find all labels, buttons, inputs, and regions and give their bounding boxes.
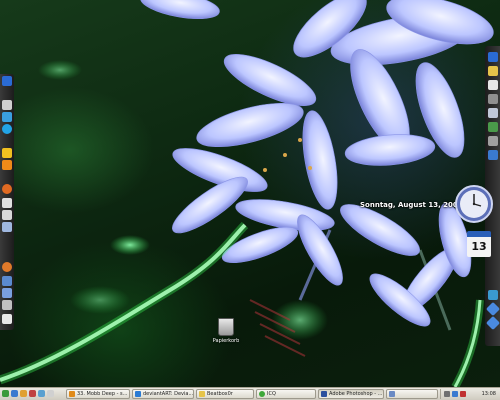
- mail-icon[interactable]: [2, 210, 12, 220]
- search-icon[interactable]: [488, 108, 498, 118]
- settings-icon[interactable]: [2, 300, 12, 310]
- chevron-icon[interactable]: [2, 314, 12, 324]
- document-icon[interactable]: [488, 80, 498, 90]
- music-icon[interactable]: [488, 150, 498, 160]
- trash-icon[interactable]: [488, 290, 498, 300]
- desktop-icon[interactable]: [11, 390, 18, 397]
- taskbar-button-deviantart[interactable]: deviantART: Devia...: [132, 389, 194, 399]
- taskbar-button-winamp[interactable]: 33. Mobb Deep - s...: [66, 389, 130, 399]
- folder-icon[interactable]: [488, 66, 498, 76]
- chat-icon[interactable]: [38, 390, 45, 397]
- start-icon[interactable]: [2, 390, 9, 397]
- taskbar: 33. Mobb Deep - s... deviantART: Devia..…: [0, 387, 500, 400]
- calendar-widget: 13: [467, 231, 491, 257]
- task-label: 33. Mobb Deep - s...: [77, 391, 128, 397]
- taskbar-button-photoshop[interactable]: Adobe Photoshop - ...: [318, 389, 384, 399]
- system-tray: 13:08: [440, 389, 498, 399]
- task-label: ICQ: [267, 391, 276, 397]
- globe-icon[interactable]: [2, 112, 12, 122]
- diamond-icon[interactable]: [485, 315, 500, 331]
- photoshop-icon: [321, 391, 327, 397]
- quick-launch-tray: [2, 390, 54, 399]
- taskbar-button-icq[interactable]: ICQ: [256, 389, 316, 399]
- icq-icon: [259, 391, 265, 397]
- volume-icon[interactable]: [444, 391, 450, 397]
- task-label: Beatbox0r: [207, 391, 233, 397]
- chat-icon[interactable]: [488, 122, 498, 132]
- user-icon[interactable]: [2, 276, 12, 286]
- left-quicklaunch-dock: [0, 74, 14, 330]
- security-icon[interactable]: [460, 391, 466, 397]
- taskbar-button-window[interactable]: [386, 389, 438, 399]
- tray-clock[interactable]: 13:08: [482, 389, 496, 399]
- diamond-icon[interactable]: [485, 301, 500, 317]
- recycle-bin-label: Papierkorb: [212, 338, 240, 344]
- media-icon[interactable]: [488, 94, 498, 104]
- recycle-bin-desktop-icon[interactable]: Papierkorb: [204, 318, 248, 344]
- disk-icon[interactable]: [2, 288, 12, 298]
- firefox-icon[interactable]: [2, 184, 12, 194]
- analog-clock-widget: [455, 185, 493, 223]
- app-launcher-icon[interactable]: [2, 76, 12, 86]
- network-icon[interactable]: [452, 391, 458, 397]
- browser-icon: [135, 391, 141, 397]
- trash-icon: [218, 318, 234, 336]
- camera-icon[interactable]: [488, 136, 498, 146]
- app-launcher-icon[interactable]: [488, 52, 498, 62]
- task-label: Adobe Photoshop - ...: [329, 391, 383, 397]
- window-icon: [389, 391, 395, 397]
- window-icon[interactable]: [2, 198, 12, 208]
- lightning-icon[interactable]: [2, 148, 12, 158]
- skype-icon[interactable]: [2, 124, 12, 134]
- agapanthus-flower-wallpaper: [0, 0, 494, 387]
- calendar-day: 13: [467, 237, 491, 257]
- desktop-wallpaper: [0, 0, 500, 387]
- mail-icon[interactable]: [47, 390, 54, 397]
- tools-icon[interactable]: [2, 222, 12, 232]
- media-icon[interactable]: [29, 390, 36, 397]
- power-icon[interactable]: [2, 262, 12, 272]
- network-icon[interactable]: [2, 100, 12, 110]
- browser-icon[interactable]: [20, 390, 27, 397]
- vlc-icon[interactable]: [2, 160, 12, 170]
- folder-icon: [199, 391, 205, 397]
- date-label: Sonntag, August 13, 2006: [360, 201, 463, 209]
- taskbar-button-beatbox[interactable]: Beatbox0r: [196, 389, 254, 399]
- winamp-icon: [69, 391, 75, 397]
- task-label: deviantART: Devia...: [143, 391, 194, 397]
